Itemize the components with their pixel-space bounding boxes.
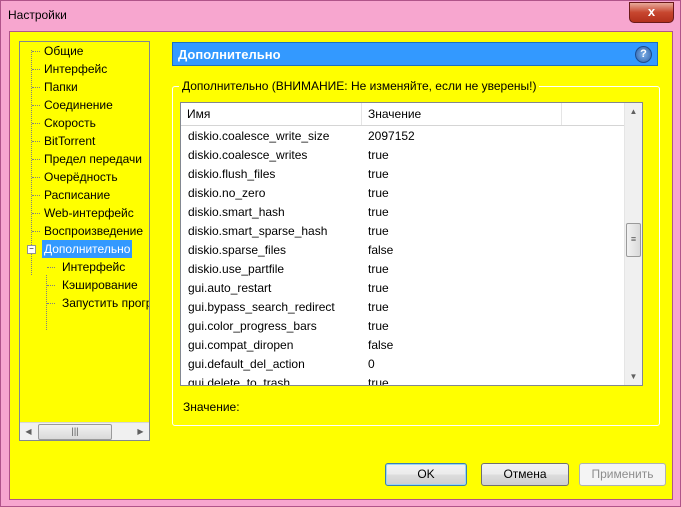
setting-value: true	[368, 224, 389, 238]
setting-name: diskio.sparse_files	[188, 243, 287, 257]
tree-item-ui-extras[interactable]: Интерфейс	[62, 258, 125, 276]
setting-value: true	[368, 300, 389, 314]
setting-value: false	[368, 338, 394, 352]
settings-tree[interactable]: Общие Интерфейс Папки Соединение Скорост…	[19, 41, 150, 441]
scroll-down-icon[interactable]: ▼	[625, 368, 642, 385]
setting-name: diskio.use_partfile	[188, 262, 285, 276]
scroll-right-icon[interactable]: ▶	[132, 423, 149, 440]
list-row[interactable]: diskio.sparse_files false	[181, 241, 626, 260]
tree-item-speed[interactable]: Скорость	[44, 114, 96, 132]
close-button[interactable]: x	[629, 2, 674, 23]
list-row[interactable]: diskio.smart_hash true	[181, 203, 626, 222]
setting-value: true	[368, 167, 389, 181]
setting-value: true	[368, 319, 389, 333]
list-row[interactable]: diskio.flush_files true	[181, 165, 626, 184]
scroll-thumb[interactable]: |||	[38, 424, 112, 440]
tree-item-disk-cache[interactable]: Кэширование	[62, 276, 138, 294]
ok-button[interactable]: OK	[385, 463, 467, 486]
setting-name: gui.delete_to_trash	[188, 376, 291, 386]
list-vertical-scrollbar[interactable]: ▲ ≡ ▼	[624, 103, 642, 385]
tree-item-bittorrent[interactable]: BitTorrent	[44, 132, 95, 150]
setting-value: 0	[368, 357, 375, 371]
tree-connector	[32, 123, 40, 124]
setting-value: true	[368, 186, 389, 200]
cancel-button[interactable]: Отмена	[481, 463, 569, 486]
setting-name: diskio.coalesce_write_size	[188, 129, 330, 143]
tree-item-interface[interactable]: Интерфейс	[44, 60, 107, 78]
dialog-body: Общие Интерфейс Папки Соединение Скорост…	[9, 31, 673, 500]
tree-connector	[47, 303, 55, 304]
setting-name: diskio.smart_hash	[188, 205, 285, 219]
list-header: Имя Значение	[181, 103, 626, 126]
setting-name: gui.bypass_search_redirect	[188, 300, 335, 314]
setting-name: gui.auto_restart	[188, 281, 272, 295]
list-row[interactable]: gui.auto_restart true	[181, 279, 626, 298]
tree-line	[31, 50, 32, 275]
collapse-icon[interactable]: −	[27, 245, 36, 254]
list-row[interactable]: diskio.coalesce_writes true	[181, 146, 626, 165]
tree-connector	[47, 267, 55, 268]
list-row[interactable]: diskio.smart_sparse_hash true	[181, 222, 626, 241]
column-header-name[interactable]: Имя	[181, 103, 362, 125]
setting-name: diskio.coalesce_writes	[188, 148, 308, 162]
list-row[interactable]: gui.color_progress_bars true	[181, 317, 626, 336]
tree-connector	[32, 195, 40, 196]
setting-value: false	[368, 243, 394, 257]
scroll-left-icon[interactable]: ◀	[20, 423, 37, 440]
tree-connector	[47, 285, 55, 286]
setting-name: diskio.smart_sparse_hash	[188, 224, 328, 238]
column-header-value[interactable]: Значение	[362, 103, 562, 125]
setting-name: diskio.flush_files	[188, 167, 276, 181]
setting-value: true	[368, 205, 389, 219]
tree-item-general[interactable]: Общие	[44, 42, 83, 60]
setting-value: true	[368, 262, 389, 276]
tree-connector	[32, 177, 40, 178]
tree-connector	[32, 87, 40, 88]
tree-horizontal-scrollbar[interactable]: ◀ ||| ▶	[20, 422, 149, 440]
setting-value: 2097152	[368, 129, 415, 143]
setting-name: diskio.no_zero	[188, 186, 266, 200]
list-row[interactable]: gui.default_del_action 0	[181, 355, 626, 374]
settings-list[interactable]: Имя Значение diskio.coalesce_write_size 2…	[180, 102, 643, 386]
setting-name: gui.default_del_action	[188, 357, 305, 371]
tree-connector	[32, 231, 40, 232]
title-bar[interactable]: Настройки x	[1, 1, 680, 31]
list-row[interactable]: gui.delete_to_trash true	[181, 374, 626, 386]
tree-item-folders[interactable]: Папки	[44, 78, 78, 96]
tree-item-advanced[interactable]: Дополнительно	[42, 240, 133, 258]
list-row[interactable]: diskio.coalesce_write_size 2097152	[181, 127, 626, 146]
settings-window: Настройки x Общие Интерфейс Папки Соедин…	[0, 0, 681, 507]
value-label: Значение:	[183, 400, 240, 414]
apply-button[interactable]: Применить	[579, 463, 666, 486]
list-row[interactable]: gui.compat_diropen false	[181, 336, 626, 355]
list-row[interactable]: gui.bypass_search_redirect true	[181, 298, 626, 317]
tree-connector	[32, 51, 40, 52]
tree-connector	[32, 105, 40, 106]
list-row[interactable]: diskio.use_partfile true	[181, 260, 626, 279]
tree-item-connection[interactable]: Соединение	[44, 96, 113, 114]
tree-item-run-program[interactable]: Запустить прогр	[62, 294, 149, 312]
scroll-up-icon[interactable]: ▲	[625, 103, 642, 120]
tree-item-scheduler[interactable]: Расписание	[44, 186, 110, 204]
window-title: Настройки	[8, 8, 67, 22]
tree-connector	[32, 159, 40, 160]
setting-name: gui.color_progress_bars	[188, 319, 317, 333]
setting-value: true	[368, 281, 389, 295]
tree-connector	[32, 141, 40, 142]
tree-item-transfer-cap[interactable]: Предел передачи	[44, 150, 142, 168]
setting-value: true	[368, 148, 389, 162]
tree-item-playback[interactable]: Воспроизведение	[44, 222, 143, 240]
tree-item-queueing[interactable]: Очерёдность	[44, 168, 118, 186]
groupbox-label: Дополнительно (ВНИМАНИЕ: Не изменяйте, е…	[179, 79, 540, 93]
tree-connector	[32, 213, 40, 214]
panel-header: Дополнительно ?	[172, 42, 658, 66]
setting-name: gui.compat_diropen	[188, 338, 294, 352]
help-icon[interactable]: ?	[635, 46, 652, 63]
tree-connector	[32, 69, 40, 70]
scroll-thumb[interactable]: ≡	[626, 223, 641, 257]
panel-title: Дополнительно	[178, 47, 281, 62]
setting-value: true	[368, 376, 389, 386]
tree-item-web-ui[interactable]: Web-интерфейс	[44, 204, 134, 222]
list-row[interactable]: diskio.no_zero true	[181, 184, 626, 203]
